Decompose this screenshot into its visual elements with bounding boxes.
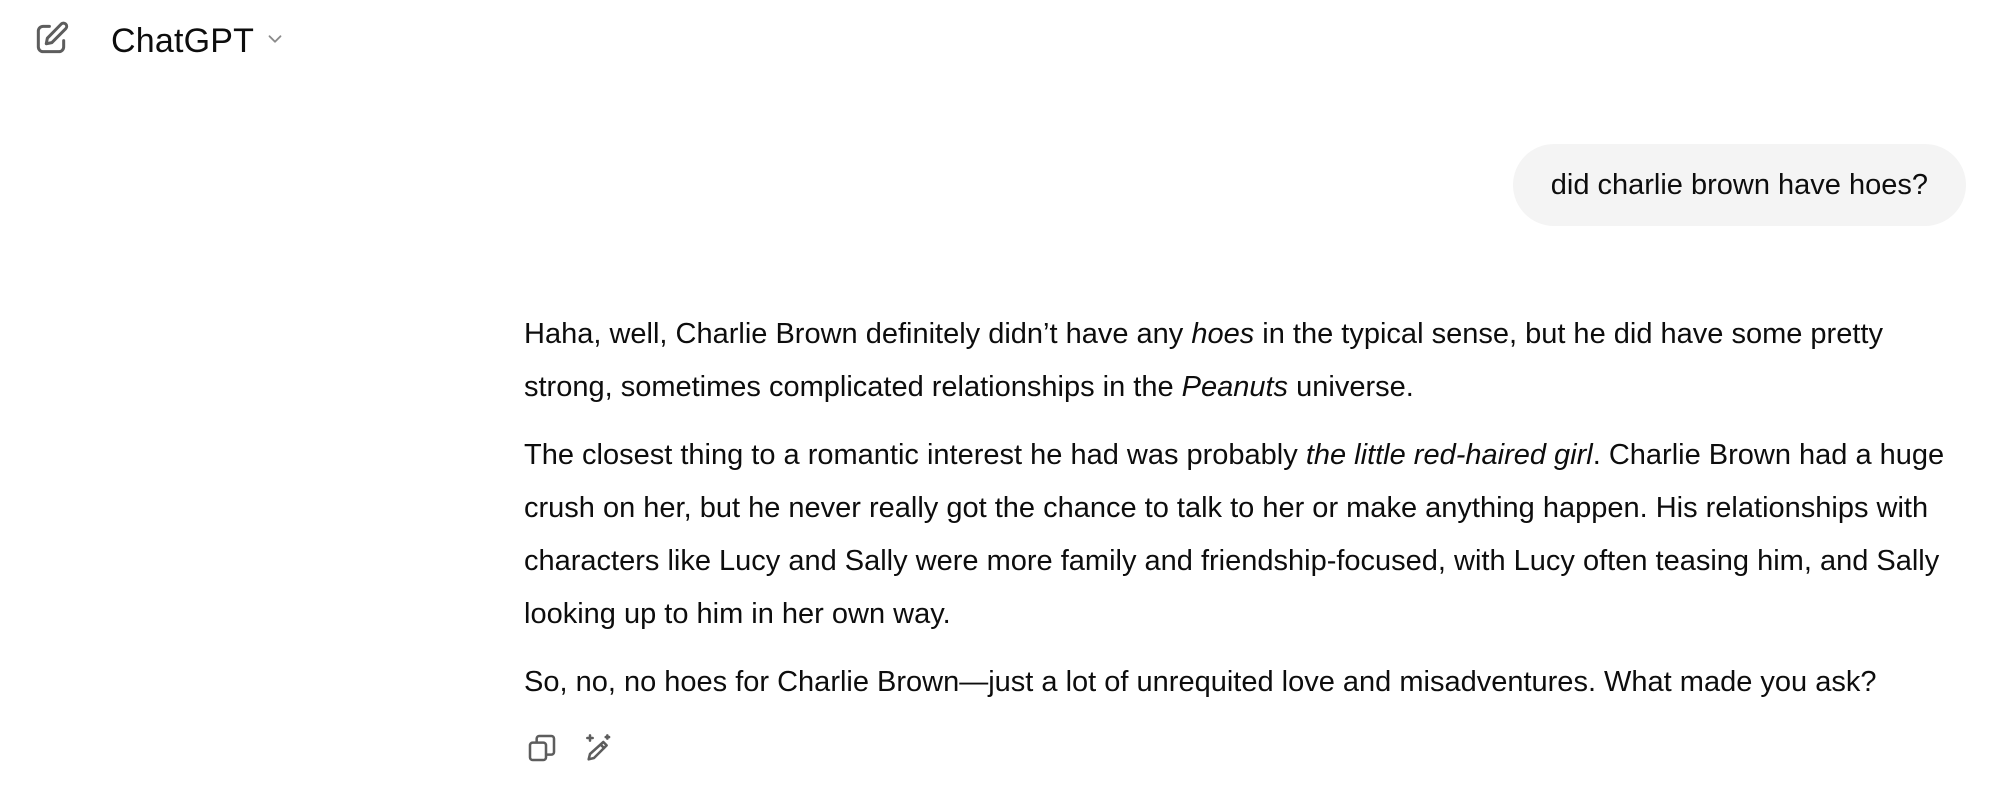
assistant-message: Haha, well, Charlie Brown definitely did…	[524, 308, 1974, 724]
copy-icon	[526, 732, 558, 769]
italic-run: hoes	[1191, 318, 1255, 350]
edit-icon	[32, 20, 70, 63]
edit-sparkle-icon	[582, 732, 614, 769]
assistant-paragraph: Haha, well, Charlie Brown definitely did…	[524, 308, 1974, 414]
text-run: The closest thing to a romantic interest…	[524, 439, 1306, 471]
user-message: did charlie brown have hoes?	[1512, 144, 1966, 226]
text-run: universe.	[1288, 371, 1414, 403]
new-chat-button[interactable]	[28, 18, 74, 64]
model-switcher[interactable]: ChatGPT	[111, 18, 286, 64]
chevron-down-icon	[264, 28, 286, 55]
italic-run: Peanuts	[1181, 371, 1289, 403]
copy-button[interactable]	[524, 732, 560, 768]
italic-run: the little red-haired girl	[1305, 439, 1593, 471]
top-bar: ChatGPT	[0, 0, 2000, 80]
assistant-paragraph: So, no, no hoes for Charlie Brown—just a…	[524, 666, 1877, 698]
edit-sparkle-button[interactable]	[580, 732, 616, 768]
assistant-paragraph: The closest thing to a romantic interest…	[524, 429, 1974, 641]
text-run: Haha, well, Charlie Brown definitely did…	[524, 318, 1192, 350]
message-actions	[524, 732, 616, 768]
model-name: ChatGPT	[111, 21, 255, 60]
